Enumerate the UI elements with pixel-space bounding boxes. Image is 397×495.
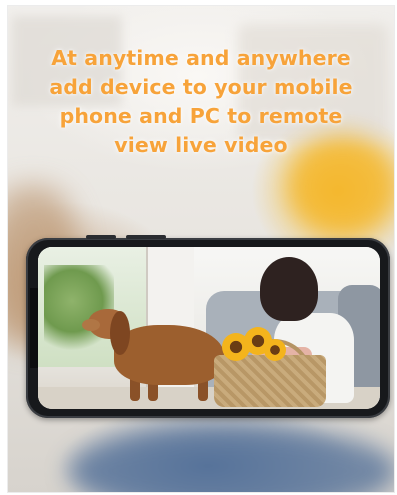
headline-line-3: phone and PC to remote <box>59 104 343 128</box>
dog-photo <box>114 325 224 385</box>
headline-line-1: At anytime and anywhere <box>51 46 351 70</box>
basket-photo <box>214 355 326 407</box>
promo-headline: At anytime and anywhere add device to yo… <box>8 44 394 160</box>
product-image-card: At anytime and anywhere add device to yo… <box>8 6 394 492</box>
phone-mockup <box>26 235 390 418</box>
headline-line-4: view live video <box>114 133 288 157</box>
headline-line-2: add device to your mobile <box>49 75 353 99</box>
live-video-screen <box>38 247 380 409</box>
